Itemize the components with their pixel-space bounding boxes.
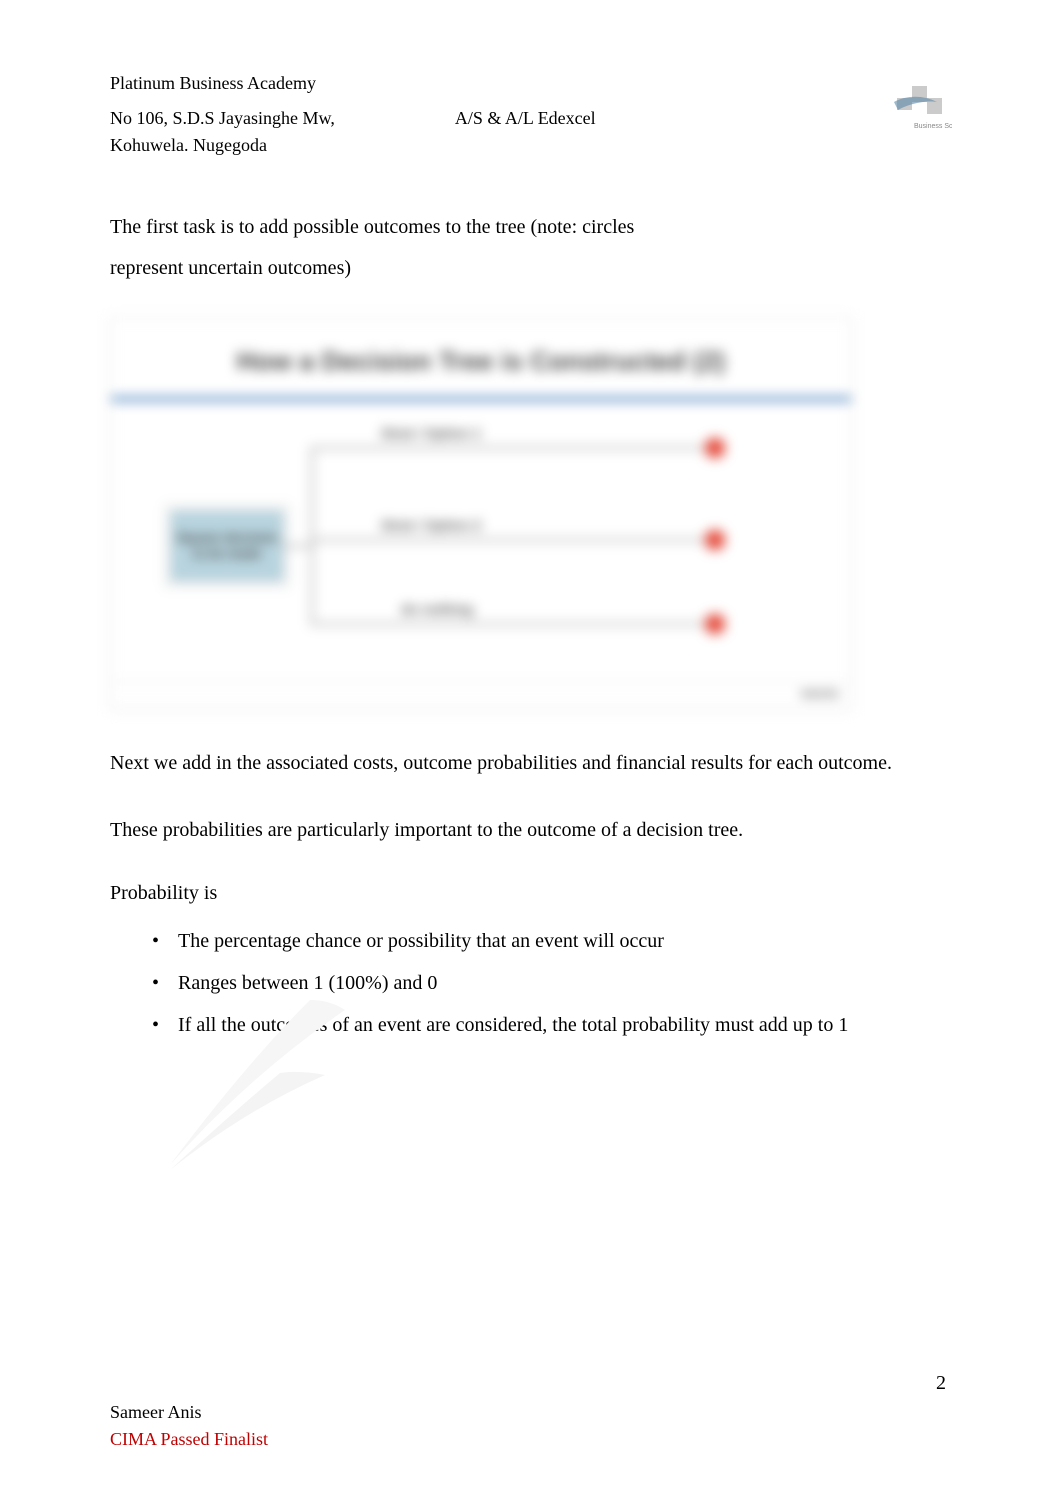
branch-label-3: do nothing (401, 601, 473, 617)
academy-logo-icon: Business School (882, 68, 952, 138)
bullet-item-3: If all the outcomes of an event are cons… (146, 1006, 952, 1044)
branch-label-2: Strat / Option 2 (381, 517, 481, 533)
paragraph-probabilities-intro: These probabilities are particularly imp… (110, 810, 952, 851)
intro-line-1: The first task is to add possible outcom… (110, 216, 634, 238)
author-name: Sameer Anis (110, 1402, 202, 1422)
branch-label-1: Strat / Option 1 (381, 425, 481, 441)
address-line-1: No 106, S.D.S Jayasinghe Mw, (110, 108, 335, 128)
page-number: 2 (936, 1372, 946, 1395)
chance-node-3 (705, 614, 725, 634)
decision-tree-figure: How a Decision Tree is Constructed (2) S… (110, 317, 852, 709)
course-label: A/S & A/L Edexcel (455, 105, 596, 159)
intro-line-2: represent uncertain outcomes) (110, 257, 351, 279)
bullet-item-1: The percentage chance or possibility tha… (146, 922, 952, 960)
author-credential: CIMA Passed Finalist (110, 1429, 268, 1449)
figure-title: How a Decision Tree is Constructed (2) (111, 318, 851, 387)
figure-footer-brand: tutor2u (111, 681, 851, 708)
institution-name: Platinum Business Academy (110, 70, 882, 97)
address-line-2: Kohuwela. Nugegoda (110, 135, 267, 155)
footer-credits: Sameer Anis CIMA Passed Finalist (110, 1399, 268, 1453)
chance-node-1 (705, 438, 725, 458)
intro-paragraph: The first task is to add possible outcom… (110, 207, 952, 289)
paragraph-costs: Next we add in the associated costs, out… (110, 743, 952, 784)
bullet-item-2: Ranges between 1 (100%) and 0 (146, 964, 952, 1002)
probability-heading: Probability is (110, 873, 952, 914)
document-header: Platinum Business Academy No 106, S.D.S … (110, 70, 952, 159)
probability-bullets: The percentage chance or possibility tha… (146, 922, 952, 1044)
decision-node-dashed-border (165, 505, 289, 587)
svg-text:Business School: Business School (914, 123, 952, 130)
chance-node-2 (705, 530, 725, 550)
